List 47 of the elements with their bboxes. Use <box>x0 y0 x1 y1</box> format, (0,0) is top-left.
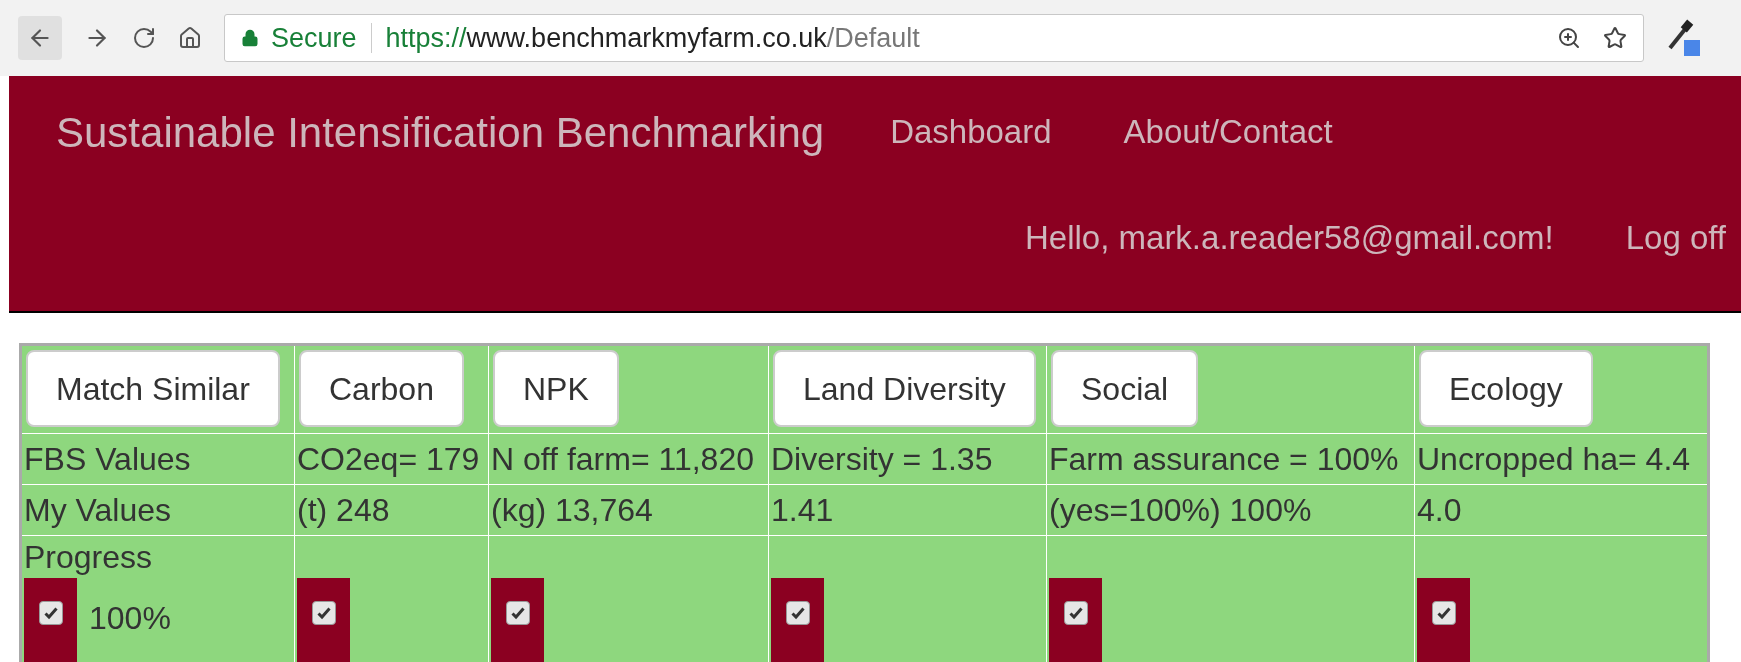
nav-link[interactable]: Dashboard <box>890 107 1052 157</box>
home-icon[interactable] <box>178 26 202 50</box>
progress-percent: 100% <box>89 599 171 638</box>
progress-label: Progress <box>24 538 153 577</box>
log-off-link[interactable]: Log off <box>1625 213 1727 263</box>
zoom-icon[interactable] <box>1557 26 1581 50</box>
category-button[interactable]: Social <box>1051 350 1199 427</box>
reload-icon[interactable] <box>132 26 156 50</box>
checkbox[interactable] <box>38 601 63 625</box>
site-title[interactable]: Sustainable Intensification Benchmarking <box>56 100 825 164</box>
table-cell-text: 4.0 <box>1417 491 1462 530</box>
checkbox[interactable] <box>785 601 810 625</box>
checkbox[interactable] <box>1063 601 1088 625</box>
table-cell-text: Farm assurance = 100% <box>1049 440 1399 479</box>
checkbox[interactable] <box>1431 601 1456 625</box>
checkmark-icon <box>315 605 332 621</box>
category-button[interactable]: Ecology <box>1419 350 1593 427</box>
table-cell-text: Diversity = 1.35 <box>771 440 993 479</box>
url-text: https://www.benchmarkmyfarm.co.uk/Default <box>385 21 920 55</box>
greeting-link[interactable]: Hello, mark.a.reader58@gmail.com! <box>1025 213 1554 263</box>
checkbox[interactable] <box>505 601 530 625</box>
category-button[interactable]: Carbon <box>299 350 464 427</box>
table-cell-text: (yes=100%) 100% <box>1049 491 1312 530</box>
checkmark-icon <box>1067 605 1084 621</box>
lock-icon <box>241 29 259 47</box>
checkmark-icon <box>509 605 526 621</box>
category-button[interactable]: NPK <box>493 350 619 427</box>
eyedropper-icon[interactable] <box>1666 18 1702 58</box>
checkbox[interactable] <box>311 601 336 625</box>
table-cell-text: 1.41 <box>771 491 834 530</box>
nav-link[interactable]: About/Contact <box>1123 107 1333 157</box>
bookmark-star-icon[interactable] <box>1603 26 1627 50</box>
table-cell-text: CO2eq= 179 <box>297 440 480 479</box>
checkmark-icon <box>789 605 806 621</box>
table-cell-text: (kg) 13,764 <box>491 491 653 530</box>
back-button[interactable] <box>18 16 62 60</box>
secure-label: Secure <box>271 21 357 55</box>
table-cell-text: Uncropped ha= 4.4 <box>1417 440 1691 479</box>
checkmark-icon <box>1435 605 1452 621</box>
address-bar[interactable]: Secure https://www.benchmarkmyfarm.co.uk/Default <box>224 14 1644 62</box>
checkmark-icon <box>42 605 59 621</box>
table-cell-text: (t) 248 <box>297 491 390 530</box>
table-cell-text: My Values <box>24 491 171 530</box>
table-cell-text: FBS Values <box>24 440 191 479</box>
category-button[interactable]: Match Similar <box>26 350 280 427</box>
table-cell-text: N off farm= 11,820 <box>491 440 754 479</box>
category-button[interactable]: Land Diversity <box>773 350 1036 427</box>
